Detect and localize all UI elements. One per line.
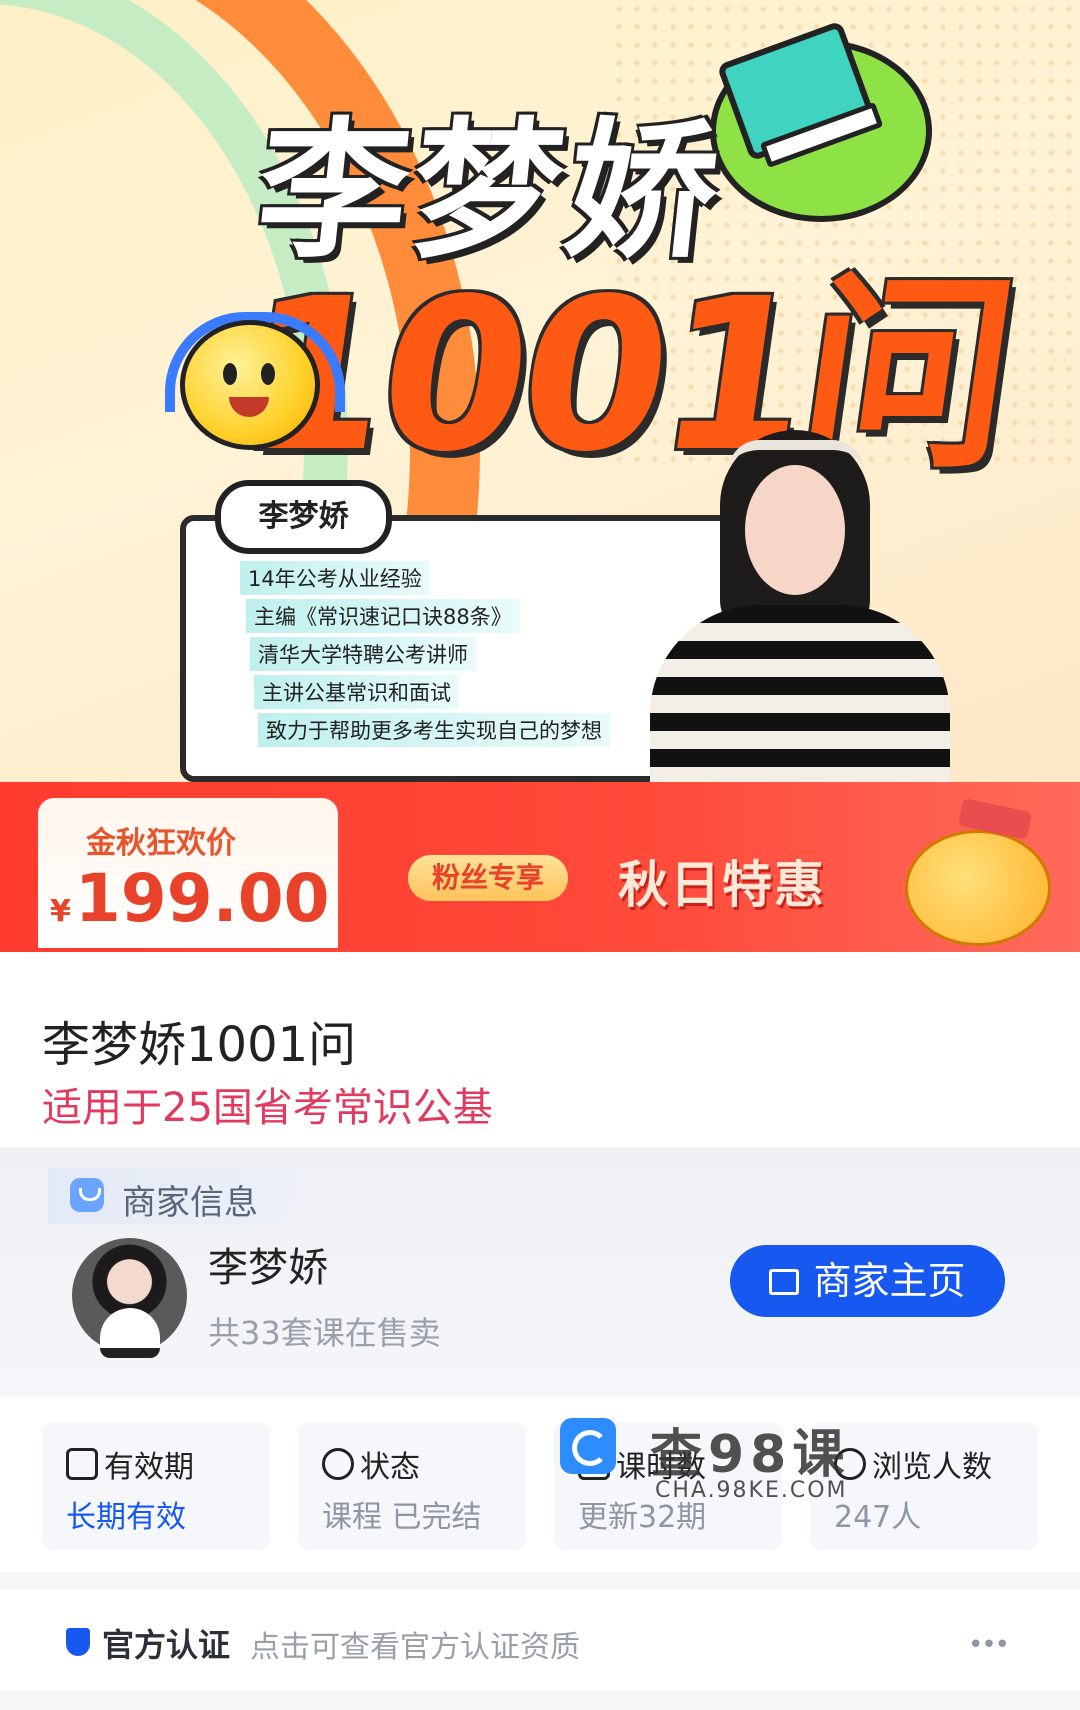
teacher-name-tag: 李梦娇 xyxy=(215,480,392,554)
merchant-course-count: 共33套课在售卖 xyxy=(208,1314,441,1352)
smiley-mascot-icon xyxy=(180,320,320,450)
owl-mascot-icon xyxy=(905,830,1051,946)
info-line: 主编《常识速记口诀88条》 xyxy=(246,599,520,633)
official-title: 官方认证 xyxy=(102,1626,231,1664)
teacher-portrait xyxy=(650,430,960,790)
info-line: 致力于帮助更多考生实现自己的梦想 xyxy=(258,713,610,747)
fans-exclusive-badge: 粉丝专享 xyxy=(408,855,568,901)
price-number: 199.00 xyxy=(74,860,330,937)
clock-history-icon xyxy=(322,1448,354,1480)
merchant-avatar[interactable] xyxy=(72,1238,187,1358)
currency-symbol: ¥ xyxy=(50,894,71,929)
shield-check-icon xyxy=(66,1628,90,1656)
stat-label: 状态 xyxy=(360,1450,420,1485)
merchant-name[interactable]: 李梦娇 xyxy=(208,1235,328,1293)
stat-status: 状态 课程 已完结 xyxy=(298,1422,526,1550)
course-subtitle: 适用于25国省考常识公基 xyxy=(42,1085,493,1131)
price-label: 金秋狂欢价 xyxy=(86,826,236,861)
info-line: 清华大学特聘公考讲师 xyxy=(250,637,476,671)
merchant-home-label: 商家主页 xyxy=(813,1259,966,1303)
merchant-smile-icon xyxy=(70,1178,104,1212)
info-line: 14年公考从业经验 xyxy=(240,561,430,595)
info-line: 主讲公基常识和面试 xyxy=(254,675,459,709)
more-dots-icon[interactable]: ••• xyxy=(968,1630,1010,1660)
calendar-icon xyxy=(66,1448,98,1480)
stat-value: 长期有效 xyxy=(66,1500,186,1535)
official-description[interactable]: 点击可查看官方认证资质 xyxy=(250,1622,580,1666)
stat-value: 课程 已完结 xyxy=(322,1500,482,1535)
price-value: ¥199.00 xyxy=(50,860,330,937)
course-title: 李梦娇1001问 xyxy=(42,1017,357,1073)
merchant-home-button[interactable]: 商家主页 xyxy=(730,1245,1005,1317)
stat-validity: 有效期 长期有效 xyxy=(42,1422,270,1550)
store-icon xyxy=(769,1269,800,1295)
merchant-section-label: 商家信息 xyxy=(122,1183,258,1223)
autumn-sale-text: 秋日特惠 xyxy=(618,856,826,914)
watermark-url: CHA.98KE.COM xyxy=(655,1478,848,1503)
stat-label: 有效期 xyxy=(104,1450,194,1485)
course-banner[interactable]: 李梦娇 1001问 14年公考从业经验 主编《常识速记口诀88条》 清华大学特聘… xyxy=(0,0,1080,790)
watermark-logo-icon xyxy=(560,1418,616,1474)
watermark-text: 查98课 xyxy=(650,1425,851,1485)
stat-label: 浏览人数 xyxy=(872,1450,992,1485)
